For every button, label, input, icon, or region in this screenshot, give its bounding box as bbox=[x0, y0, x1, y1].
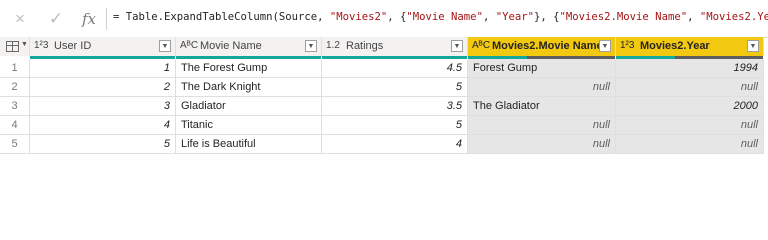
cell-ratings[interactable]: 4 bbox=[322, 135, 468, 154]
column-header-label: User ID bbox=[54, 40, 92, 52]
formula-string: "Movie Name" bbox=[406, 11, 483, 23]
formula-text: }, { bbox=[534, 11, 560, 23]
cell-movies2-movie-name[interactable]: The Gladiator bbox=[468, 97, 616, 116]
chevron-down-icon: ▼ bbox=[21, 41, 28, 48]
decimal-type-icon[interactable]: 1.2 bbox=[326, 40, 340, 51]
cell-movie-name[interactable]: Life is Beautiful bbox=[176, 135, 322, 154]
filter-dropdown-icon[interactable]: ▼ bbox=[305, 40, 317, 52]
column-header-ratings[interactable]: 1.2 Ratings ▼ bbox=[322, 37, 468, 59]
cell-movies2-movie-name[interactable]: Forest Gump bbox=[468, 59, 616, 78]
row-index: 5 bbox=[0, 135, 30, 154]
filter-dropdown-icon[interactable]: ▼ bbox=[451, 40, 463, 52]
cell-movie-name[interactable]: Titanic bbox=[176, 116, 322, 135]
cell-movies2-year[interactable]: null bbox=[616, 78, 764, 97]
cell-movies2-movie-name[interactable]: null bbox=[468, 116, 616, 135]
formula-input[interactable]: = Table.ExpandTableColumn(Source, "Movie… bbox=[113, 11, 768, 23]
cell-movies2-movie-name[interactable]: null bbox=[468, 78, 616, 97]
filter-dropdown-icon[interactable]: ▼ bbox=[599, 40, 611, 52]
table-row[interactable]: 5 5 Life is Beautiful 4 null null bbox=[0, 135, 768, 154]
row-index: 3 bbox=[0, 97, 30, 116]
cell-movie-name[interactable]: The Dark Knight bbox=[176, 78, 322, 97]
formula-text: , bbox=[687, 11, 700, 23]
formula-prefix: = Table.ExpandTableColumn(Source, bbox=[113, 11, 330, 23]
cell-ratings[interactable]: 4.5 bbox=[322, 59, 468, 78]
fx-icon[interactable]: fx bbox=[78, 9, 100, 29]
table-row[interactable]: 2 2 The Dark Knight 5 null null bbox=[0, 78, 768, 97]
formula-string: "Movies2.Movie Name" bbox=[559, 11, 688, 23]
cell-ratings[interactable]: 3.5 bbox=[322, 97, 468, 116]
formula-text: , bbox=[482, 11, 496, 23]
table-menu-button[interactable]: ▼ bbox=[0, 37, 30, 56]
formula-string: "Movies2.Year" bbox=[699, 11, 768, 23]
cell-user-id[interactable]: 1 bbox=[30, 59, 176, 78]
text-type-icon[interactable]: AᴮC bbox=[180, 40, 198, 51]
table-row[interactable]: 3 3 Gladiator 3.5 The Gladiator 2000 bbox=[0, 97, 768, 116]
filter-dropdown-icon[interactable]: ▼ bbox=[159, 40, 171, 52]
column-header-label: Ratings bbox=[346, 40, 384, 52]
column-header-movies2-year[interactable]: 1²3 Movies2.Year ▼ bbox=[616, 37, 764, 59]
cell-ratings[interactable]: 5 bbox=[322, 116, 468, 135]
row-index: 4 bbox=[0, 116, 30, 135]
cell-movies2-year[interactable]: 2000 bbox=[616, 97, 764, 116]
column-header-label: Movies2.Movie Name bbox=[492, 40, 603, 52]
row-index: 2 bbox=[0, 78, 30, 97]
commit-icon[interactable]: ✓ bbox=[45, 9, 67, 29]
text-type-icon[interactable]: AᴮC bbox=[472, 40, 490, 51]
whole-number-type-icon[interactable]: 1²3 bbox=[34, 40, 48, 51]
formula-string: "Movies2" bbox=[329, 11, 388, 23]
whole-number-type-icon[interactable]: 1²3 bbox=[620, 40, 634, 51]
table-row[interactable]: 4 4 Titanic 5 null null bbox=[0, 116, 768, 135]
row-index: 1 bbox=[0, 59, 30, 78]
cell-user-id[interactable]: 2 bbox=[30, 78, 176, 97]
filter-dropdown-icon[interactable]: ▼ bbox=[747, 40, 759, 52]
formula-text: , { bbox=[387, 11, 407, 23]
cell-user-id[interactable]: 3 bbox=[30, 97, 176, 116]
table-icon bbox=[6, 41, 19, 52]
cell-movie-name[interactable]: Gladiator bbox=[176, 97, 322, 116]
column-header-movie-name[interactable]: AᴮC Movie Name ▼ bbox=[176, 37, 322, 59]
cell-user-id[interactable]: 5 bbox=[30, 135, 176, 154]
cancel-icon[interactable]: × bbox=[9, 9, 31, 29]
column-header-user-id[interactable]: 1²3 User ID ▼ bbox=[30, 37, 176, 59]
formula-separator bbox=[106, 8, 107, 30]
column-header-label: Movie Name bbox=[200, 40, 262, 52]
column-header-label: Movies2.Year bbox=[640, 40, 710, 52]
cell-movies2-year[interactable]: 1994 bbox=[616, 59, 764, 78]
table-row[interactable]: 1 1 The Forest Gump 4.5 Forest Gump 1994 bbox=[0, 59, 768, 78]
column-header-movies2-movie-name[interactable]: AᴮC Movies2.Movie Name ▼ bbox=[468, 37, 616, 59]
cell-movie-name[interactable]: The Forest Gump bbox=[176, 59, 322, 78]
cell-movies2-year[interactable]: null bbox=[616, 135, 764, 154]
cell-ratings[interactable]: 5 bbox=[322, 78, 468, 97]
cell-user-id[interactable]: 4 bbox=[30, 116, 176, 135]
cell-movies2-movie-name[interactable]: null bbox=[468, 135, 616, 154]
formula-bar: × ✓ fx = Table.ExpandTableColumn(Source,… bbox=[0, 0, 768, 38]
cell-movies2-year[interactable]: null bbox=[616, 116, 764, 135]
formula-string: "Year" bbox=[495, 11, 534, 23]
